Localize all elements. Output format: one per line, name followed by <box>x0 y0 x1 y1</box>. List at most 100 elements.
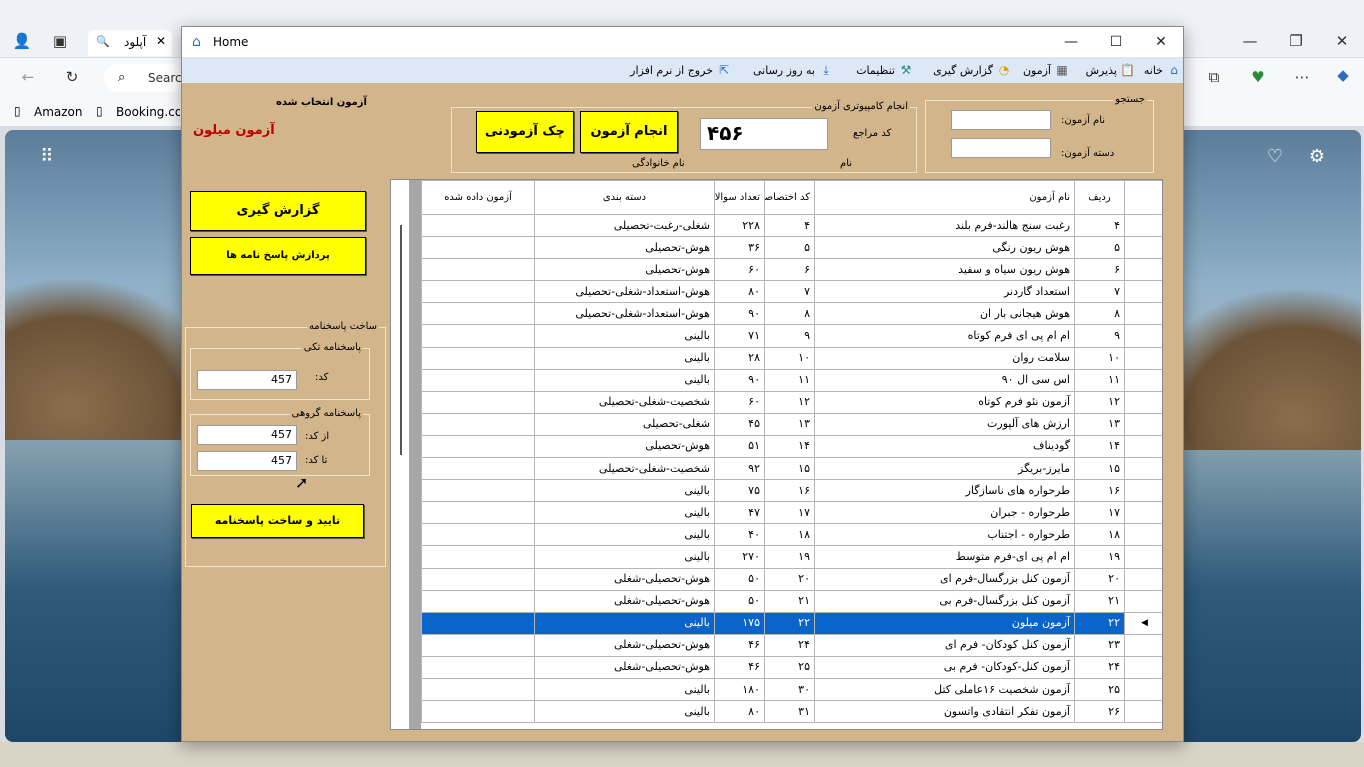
confirm-sheet-button[interactable]: تایید و ساخت پاسخنامه <box>191 504 364 538</box>
cell-code: ۱۶ <box>764 479 815 503</box>
row-selector[interactable] <box>1124 633 1162 657</box>
menu-update[interactable]: ⤓ به روز رسانی <box>753 63 833 77</box>
row-selector[interactable] <box>1124 677 1162 702</box>
collections-icon[interactable]: ⧉ <box>1204 68 1224 86</box>
table-row[interactable]: ۹ ام ام پی ای فرم کوتاه ۹ ۷۱ بالینی <box>421 324 1162 348</box>
table-row[interactable]: ۱۵ مایرز-بریگز ۱۵ ۹۲ شخصیت-شغلی-تحصیلی <box>421 457 1162 481</box>
more-icon[interactable]: ⋯ <box>1292 68 1312 86</box>
table-row[interactable]: ۱۹ ام ام پی ای-فرم متوسط ۱۹ ۲۷۰ بالینی <box>421 545 1162 569</box>
col-header-category[interactable]: دسته بندی <box>534 180 715 215</box>
col-header-row-num[interactable]: ردیف <box>1074 180 1125 215</box>
report-button[interactable]: گزارش گیری <box>190 191 366 231</box>
address-bar[interactable]: ⌕ Search <box>104 64 189 92</box>
rewards-icon[interactable]: ♡ <box>1263 146 1287 167</box>
minimize-icon[interactable]: — <box>1240 32 1260 50</box>
window-titlebar[interactable]: ⌂ Home — ☐ ✕ <box>182 27 1183 58</box>
row-selector[interactable] <box>1124 700 1162 724</box>
table-row[interactable]: ۶ هوش ریون سیاه و سفید ۶ ۶۰ هوش-تحصیلی <box>421 258 1162 282</box>
table-row[interactable]: ◀ ۲۲ آزمون میلون ۲۲ ۱۷۵ بالینی <box>421 611 1162 635</box>
row-selector[interactable] <box>1124 567 1162 591</box>
profile-icon[interactable]: 👤 <box>10 32 34 50</box>
col-header-code[interactable]: کد اختصاصی <box>764 180 815 215</box>
row-selector[interactable] <box>1124 589 1162 613</box>
window-maximize-button[interactable]: ☐ <box>1093 27 1139 57</box>
table-row[interactable]: ۱۸ طرحواره - اجتناب ۱۸ ۴۰ بالینی <box>421 523 1162 547</box>
window-minimize-button[interactable]: — <box>1048 27 1094 57</box>
settings-gear-icon[interactable]: ⚙ <box>1305 146 1329 167</box>
row-selector[interactable] <box>1124 390 1162 414</box>
ref-code-input[interactable]: ۴۵۶ <box>700 118 828 150</box>
table-row[interactable]: ۲۶ آزمون تفکر انتقادی واتسون ۳۱ ۸۰ بالینی <box>421 700 1162 724</box>
row-selector[interactable] <box>1124 523 1162 547</box>
table-row[interactable]: ۱۶ طرحواره های ناسازگار ۱۶ ۷۵ بالینی <box>421 479 1162 503</box>
window-close-button[interactable]: ✕ <box>1138 27 1184 57</box>
scrollbar-thumb[interactable] <box>400 225 402 455</box>
table-row[interactable]: ۱۲ آزمون نئو فرم کوتاه ۱۲ ۶۰ شخصیت-شغلی-تحصی… <box>421 390 1162 414</box>
close-icon[interactable]: ✕ <box>1332 32 1352 50</box>
cell-category: بالینی <box>534 523 715 547</box>
cell-category: بالینی <box>534 501 715 525</box>
health-icon[interactable]: ♥ <box>1248 68 1268 86</box>
back-icon[interactable]: ← <box>18 68 38 86</box>
table-row[interactable]: ۱۰ سلامت روان ۱۰ ۲۸ بالینی <box>421 346 1162 370</box>
col-header-given[interactable]: آزمون داده شده <box>421 180 535 215</box>
table-row[interactable]: ۲۱ آزمون کنل بزرگسال-فرم بی ۲۱ ۵۰ هوش-تحصیلی… <box>421 589 1162 613</box>
copilot-icon[interactable]: ◆ <box>1332 66 1354 84</box>
row-selector[interactable] <box>1124 479 1162 503</box>
table-row[interactable]: ۱۳ ارزش های آلپورت ۱۳ ۴۵ شغلی-تحصیلی <box>421 412 1162 436</box>
row-selector[interactable] <box>1124 280 1162 304</box>
table-row[interactable]: ۲۴ آزمون کنل-کودکان- فرم بی ۲۵ ۴۶ هوش-تحصیلی… <box>421 655 1162 679</box>
table-row[interactable]: ۱۴ گودیناف ۱۴ ۵۱ هوش-تحصیلی <box>421 434 1162 459</box>
run-test-button[interactable]: انجام آزمون <box>580 111 678 153</box>
row-selector[interactable] <box>1124 655 1162 679</box>
menu-test[interactable]: ▦ آزمون <box>1023 63 1069 77</box>
search-category-input[interactable] <box>951 138 1051 158</box>
row-selector[interactable] <box>1124 324 1162 348</box>
table-row[interactable]: ۴ رغبت سنج هالند-فرم بلند ۴ ۲۲۸ شغلی-رغبت-تح… <box>421 213 1162 238</box>
process-answers-button[interactable]: پردازش پاسخ نامه ها <box>190 237 366 275</box>
table-row[interactable]: ۷ استعداد گاردنر ۷ ۸۰ هوش-استعداد-شغلی-تحصیل… <box>421 280 1162 304</box>
col-header-questions[interactable]: تعداد سوالات <box>714 180 765 215</box>
table-row[interactable]: ۲۰ آزمون کنل بزرگسال-فرم ای ۲۰ ۵۰ هوش-تحصیلی… <box>421 567 1162 591</box>
table-row[interactable]: ۲۳ آزمون کنل کودکان- فرم ای ۲۴ ۴۶ هوش-تحصیلی… <box>421 633 1162 657</box>
tab-actions-icon[interactable]: ▣ <box>50 32 70 50</box>
table-row[interactable]: ۲۵ آزمون شخصیت ۱۶عاملی کتل ۳۰ ۱۸۰ بالینی <box>421 677 1162 702</box>
menu-exit[interactable]: ⇱ خروج از نرم افزار <box>630 63 731 77</box>
menu-settings[interactable]: ⚒ تنظیمات <box>856 63 913 77</box>
menu-admission[interactable]: 📋 پذیرش <box>1086 63 1135 77</box>
row-pointer-icon[interactable]: ◀ <box>1124 611 1162 635</box>
to-code-input[interactable]: 457 <box>197 451 297 471</box>
row-selector[interactable] <box>1124 368 1162 392</box>
table-row[interactable]: ۱۷ طرحواره - جبران ۱۷ ۴۷ بالینی <box>421 501 1162 525</box>
reload-icon[interactable]: ↻ <box>62 68 82 86</box>
selected-test-label: آزمون انتخاب شده <box>276 97 367 108</box>
tab-close-icon[interactable]: ✕ <box>156 34 166 48</box>
from-code-input[interactable]: 457 <box>197 425 297 445</box>
row-selector[interactable] <box>1124 236 1162 260</box>
table-row[interactable]: ۵ هوش ریون رنگی ۵ ۳۶ هوش-تحصیلی <box>421 236 1162 260</box>
row-selector[interactable] <box>1124 434 1162 459</box>
single-code-input[interactable]: 457 <box>197 370 297 390</box>
col-header-name[interactable]: نام آزمون <box>814 180 1075 215</box>
checklist-button[interactable]: چک آزمودنی <box>476 111 574 153</box>
bookmark-amazon[interactable]: Amazon <box>34 105 83 119</box>
row-selector[interactable] <box>1124 412 1162 436</box>
restore-icon[interactable]: ❐ <box>1286 32 1306 50</box>
vertical-scrollbar[interactable] <box>391 180 409 729</box>
search-name-input[interactable] <box>951 110 1051 130</box>
apps-grid-icon[interactable]: ⠿ <box>35 146 59 167</box>
cell-row-num: ۲۲ <box>1074 611 1125 635</box>
table-row[interactable]: ۸ هوش هیجانی بار ان ۸ ۹۰ هوش-استعداد-شغلی-تح… <box>421 302 1162 326</box>
row-selector[interactable] <box>1124 213 1162 238</box>
row-selector[interactable] <box>1124 302 1162 326</box>
row-selector[interactable] <box>1124 501 1162 525</box>
bookmark-booking[interactable]: Booking.com <box>116 105 180 119</box>
menu-reports[interactable]: ◔ گزارش گیری <box>933 63 1011 77</box>
table-row[interactable]: ۱۱ اس سی ال ۹۰ ۱۱ ۹۰ بالینی <box>421 368 1162 392</box>
row-selector[interactable] <box>1124 258 1162 282</box>
browser-tab[interactable]: 🔍 آپلود ✕ <box>88 30 172 56</box>
row-selector[interactable] <box>1124 457 1162 481</box>
row-selector[interactable] <box>1124 346 1162 370</box>
menu-home[interactable]: ⌂ خانه <box>1144 63 1181 77</box>
row-selector[interactable] <box>1124 545 1162 569</box>
